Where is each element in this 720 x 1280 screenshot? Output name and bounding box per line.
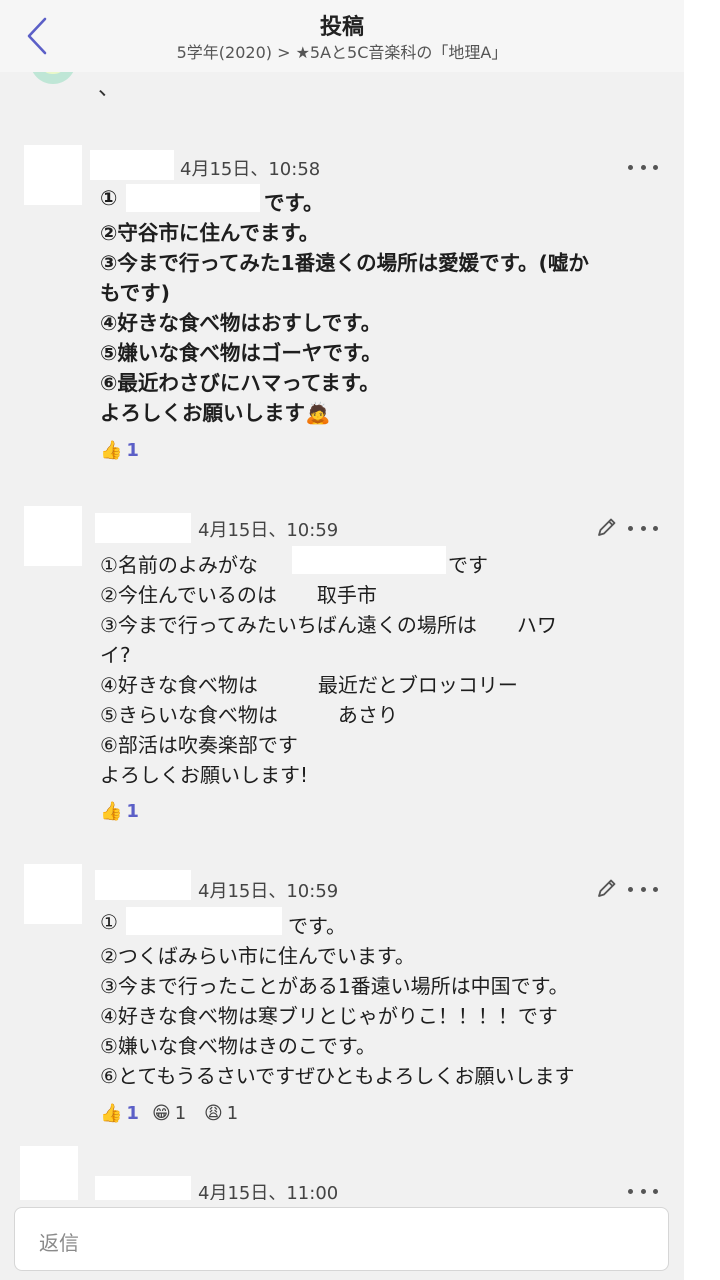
grin-reaction[interactable]: 😁 1: [152, 1103, 186, 1124]
dot: [640, 1188, 646, 1194]
message-line: ②今住んでいるのは 取手市: [100, 583, 377, 607]
reply-input[interactable]: 返信: [14, 1207, 669, 1271]
message-line: ②つくばみらい市に住んでいます。: [100, 944, 415, 968]
redacted-text: [126, 184, 260, 212]
header: 投稿 5学年(2020) > ★5Aと5C音楽科の「地理A」: [0, 0, 684, 72]
weary-reaction[interactable]: 😩 1: [204, 1103, 238, 1124]
dot: [653, 1188, 658, 1194]
grinning-face-icon: 😁: [152, 1103, 171, 1124]
message-line: です。: [264, 191, 324, 215]
message-line: もです): [100, 281, 171, 305]
reaction-count: 1: [226, 1103, 239, 1124]
dot: [653, 164, 658, 170]
message-line: ①: [100, 910, 118, 934]
redacted-text: [126, 907, 282, 935]
more-options-button[interactable]: [628, 157, 658, 177]
message-line: ⑥とてもうるさいですぜひともよろしくお願いします: [100, 1064, 575, 1088]
message-line: ④好きな食べ物は寒ブリとじゃがりこ！！！！です: [100, 1004, 558, 1028]
reaction-count: 1: [126, 801, 139, 822]
author-name[interactable]: [90, 150, 174, 180]
message-timestamp: 4月15日、10:58: [180, 159, 321, 180]
message-line: ④好きな食べ物は 最近だとブロッコリー: [100, 673, 518, 697]
reaction-count: 1: [126, 1103, 139, 1124]
reaction-count: 1: [126, 440, 139, 461]
pencil-icon[interactable]: [596, 877, 618, 899]
thumbs-up-icon: 👍: [100, 440, 123, 461]
avatar[interactable]: [24, 145, 82, 205]
message-timestamp: 4月15日、10:59: [198, 520, 339, 541]
message-line: ⑤嫌いな食べ物はきのこです。: [100, 1034, 376, 1058]
more-options-button[interactable]: [628, 879, 658, 899]
pencil-icon[interactable]: [596, 516, 618, 538]
dot: [653, 886, 658, 892]
message-line: ④好きな食べ物はおすしです。: [100, 311, 382, 335]
message-line: よろしくお願いします🙇: [100, 401, 331, 425]
like-reaction[interactable]: 👍 1: [100, 440, 139, 461]
author-name[interactable]: [95, 870, 191, 900]
reaction-count: 1: [174, 1103, 187, 1124]
page-title: 投稿: [319, 15, 364, 40]
message-line: です。: [288, 914, 346, 938]
message-line: ⑥部活は吹奏楽部です: [100, 733, 298, 757]
conversation-screen: 投稿 5学年(2020) > ★5Aと5C音楽科の「地理A」 、 4月15日、1…: [0, 0, 684, 1280]
message-line: ②守谷市に住んでます。: [100, 221, 320, 245]
message-line: ①: [100, 186, 118, 210]
dot: [628, 886, 633, 892]
dot: [640, 164, 646, 170]
like-reaction[interactable]: 👍 1: [100, 1103, 139, 1124]
weary-face-icon: 😩: [204, 1103, 223, 1124]
message-line: ①名前のよみがな: [100, 553, 258, 577]
like-reaction[interactable]: 👍 1: [100, 801, 139, 822]
avatar[interactable]: [20, 1146, 78, 1206]
reply-placeholder: 返信: [39, 1231, 79, 1255]
dot: [640, 525, 646, 531]
message-line: です: [448, 553, 488, 577]
message-line: ③今まで行ってみた1番遠くの場所は愛媛です。(嘘か: [100, 251, 589, 275]
author-name[interactable]: [95, 513, 191, 543]
redacted-text: [292, 546, 446, 574]
more-options-button[interactable]: [628, 518, 658, 538]
dot: [628, 164, 633, 170]
message-line: ③今まで行ってみたいちばん遠くの場所は ハワ: [100, 613, 557, 637]
thumbs-up-icon: 👍: [100, 801, 123, 822]
avatar[interactable]: [24, 864, 82, 924]
more-options-button[interactable]: [628, 1181, 658, 1201]
thumbs-up-icon: 👍: [100, 1103, 123, 1124]
message-line: よろしくお願いします!: [100, 763, 309, 787]
avatar[interactable]: [24, 506, 82, 566]
dot: [653, 525, 658, 531]
breadcrumb[interactable]: 5学年(2020) > ★5Aと5C音楽科の「地理A」: [0, 39, 684, 63]
dot: [628, 525, 633, 531]
message-line: ⑥最近わさびにハマってます。: [100, 371, 380, 395]
dot: [628, 1188, 633, 1194]
message-timestamp: 4月15日、10:59: [198, 881, 339, 902]
margin: [684, 0, 720, 1280]
message-line: イ?: [100, 643, 131, 667]
message-fragment: 、: [98, 76, 121, 101]
message-line: ⑤嫌いな食べ物はゴーヤです。: [100, 341, 382, 365]
dot: [640, 886, 646, 892]
message-line: ③今まで行ったことがある1番遠い場所は中国です。: [100, 974, 569, 998]
message-line: ⑤きらいな食べ物は あさり: [100, 703, 398, 727]
